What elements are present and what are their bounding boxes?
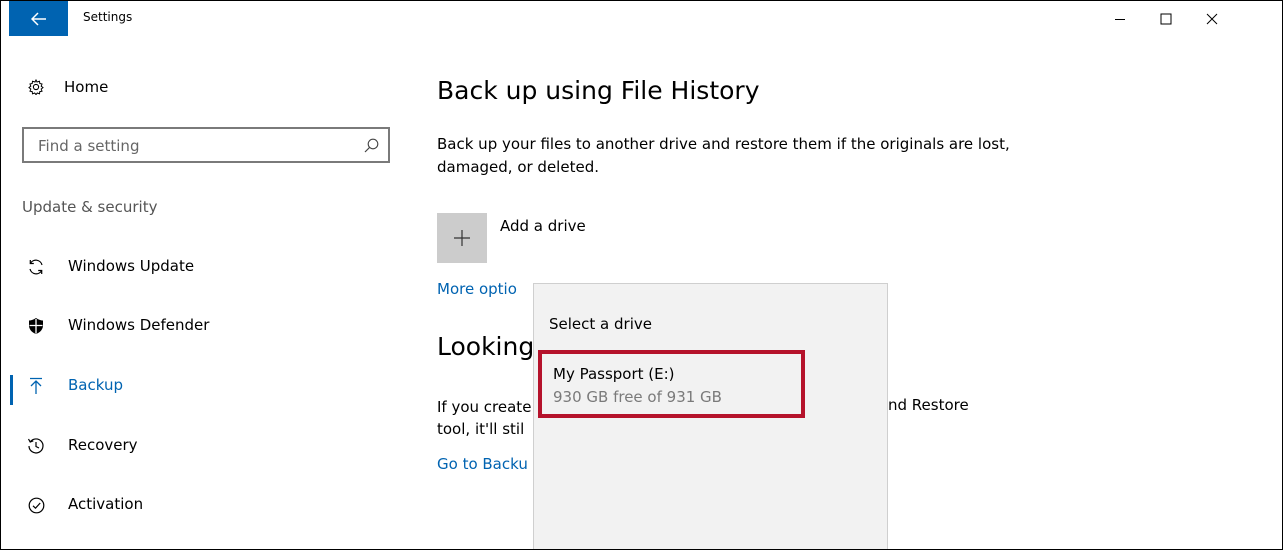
sidebar-item-backup[interactable]: Backup xyxy=(1,366,401,406)
page-description: Back up your files to another drive and … xyxy=(437,135,1010,176)
drive-free-space: 930 GB free of 931 GB xyxy=(553,388,722,406)
minimize-button[interactable] xyxy=(1097,1,1143,36)
maximize-button[interactable] xyxy=(1143,1,1189,36)
back-arrow-icon xyxy=(30,11,46,26)
title-bar: Settings xyxy=(1,1,1282,36)
close-icon xyxy=(1206,13,1218,24)
home-label: Home xyxy=(64,78,109,96)
settings-window: Settings Home Find a setting Update & se… xyxy=(0,0,1283,550)
selection-indicator xyxy=(10,375,13,405)
add-drive-label[interactable]: Add a drive xyxy=(500,217,586,235)
sidebar-item-label: Activation xyxy=(68,495,144,513)
add-drive-button[interactable] xyxy=(437,213,487,263)
search-icon[interactable] xyxy=(364,138,379,153)
page-title: Back up using File History xyxy=(437,76,760,105)
history-icon xyxy=(27,437,45,455)
sidebar-item-label: Recovery xyxy=(68,436,138,454)
sidebar: Home Find a setting Update & security Wi… xyxy=(1,36,411,549)
sidebar-item-activation[interactable]: Activation xyxy=(1,485,401,525)
search-input[interactable]: Find a setting xyxy=(22,127,390,163)
backup-arrow-icon xyxy=(27,377,45,395)
sidebar-item-recovery[interactable]: Recovery xyxy=(1,426,401,466)
drive-name: My Passport (E:) xyxy=(553,365,675,383)
gear-icon xyxy=(28,79,44,95)
sidebar-item-label: Windows Defender xyxy=(68,316,210,334)
sync-icon xyxy=(27,258,45,276)
flyout-title: Select a drive xyxy=(549,315,652,333)
sidebar-item-windows-defender[interactable]: Windows Defender xyxy=(1,306,401,346)
legacy-text-tail: nd Restore xyxy=(888,396,969,414)
minimize-icon xyxy=(1115,18,1125,20)
sidebar-item-label: Windows Update xyxy=(68,257,195,275)
sidebar-item-windows-update[interactable]: Windows Update xyxy=(1,247,401,287)
window-title: Settings xyxy=(83,10,133,24)
check-circle-icon xyxy=(27,496,45,514)
go-to-backup-link[interactable]: Go to Backu xyxy=(437,455,528,473)
more-options-link[interactable]: More optio xyxy=(437,280,517,298)
home-nav[interactable]: Home xyxy=(28,78,108,96)
plus-icon xyxy=(454,230,470,246)
drive-option-my-passport[interactable]: My Passport (E:) 930 GB free of 931 GB xyxy=(538,350,805,418)
shield-icon xyxy=(27,317,45,335)
section-heading-looking: Looking xyxy=(437,332,535,361)
select-drive-flyout: Select a drive My Passport (E:) 930 GB f… xyxy=(533,283,888,549)
close-button[interactable] xyxy=(1189,1,1235,36)
back-button[interactable] xyxy=(9,1,68,36)
maximize-icon xyxy=(1160,13,1172,24)
search-placeholder: Find a setting xyxy=(38,137,140,155)
sidebar-item-label: Backup xyxy=(68,376,123,394)
section-label: Update & security xyxy=(22,198,158,216)
